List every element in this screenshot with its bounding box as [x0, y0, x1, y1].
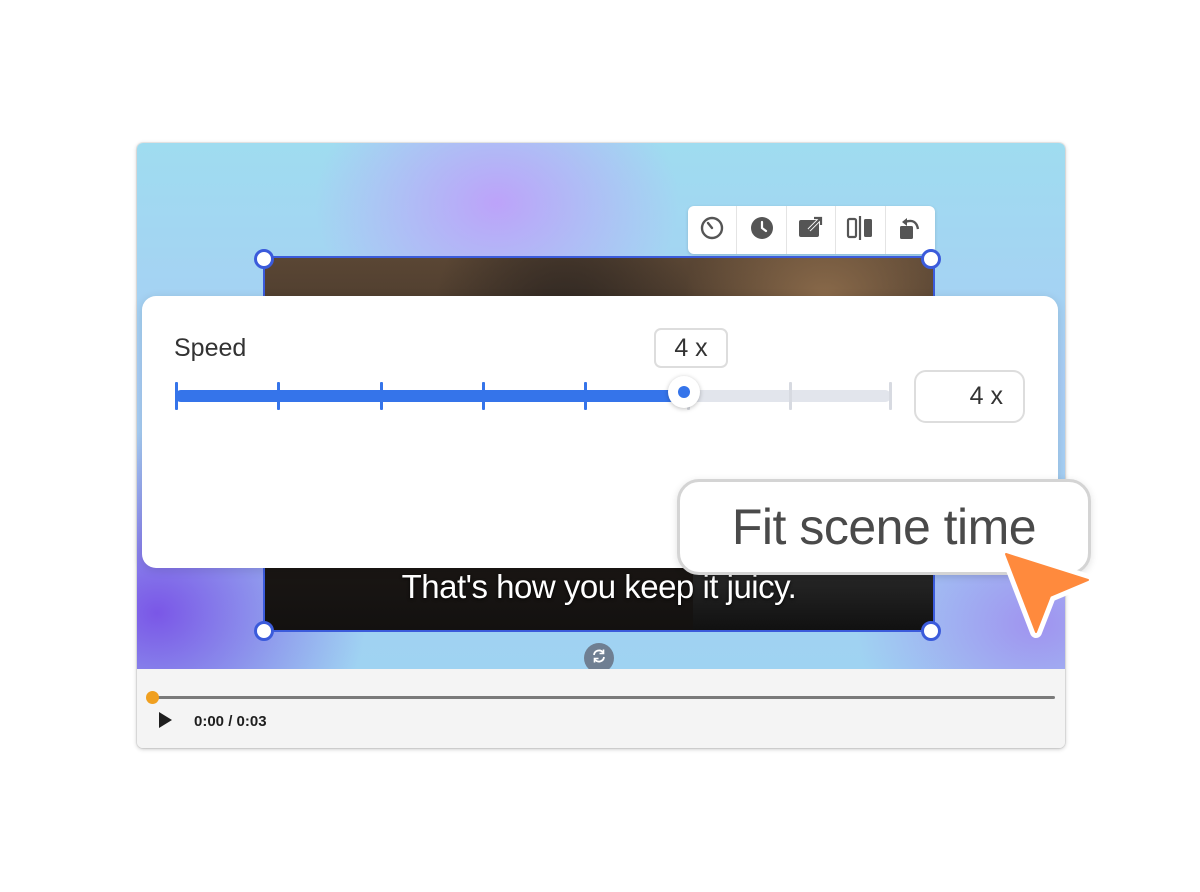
- resize-handle-bottom-left[interactable]: [254, 621, 274, 641]
- replace-icon: [797, 215, 825, 246]
- speed-slider[interactable]: [175, 376, 892, 410]
- slider-tick: [481, 382, 485, 410]
- slider-tick: [584, 382, 588, 410]
- seek-handle[interactable]: [146, 691, 159, 704]
- speed-value-tooltip: 4 x: [654, 328, 728, 368]
- speed-input[interactable]: 4 x: [914, 370, 1025, 423]
- element-toolbar: [688, 206, 935, 254]
- speed-button[interactable]: [688, 206, 738, 254]
- resize-handle-top-left[interactable]: [254, 249, 274, 269]
- resize-handle-bottom-right[interactable]: [921, 621, 941, 641]
- slider-fill: [175, 390, 684, 402]
- replace-button[interactable]: [787, 206, 837, 254]
- playback-bar: 0:00 / 0:03: [137, 669, 1065, 748]
- speed-label: Speed: [174, 334, 247, 362]
- slider-tick: [277, 382, 281, 410]
- slider-tick: [379, 382, 383, 410]
- play-icon: [157, 711, 173, 734]
- resize-handle-top-right[interactable]: [921, 249, 941, 269]
- duration-button[interactable]: [737, 206, 787, 254]
- split-button[interactable]: [836, 206, 886, 254]
- play-button[interactable]: [155, 711, 175, 733]
- refresh-icon: [591, 648, 607, 669]
- rotate-button[interactable]: [886, 206, 935, 254]
- pointer-cursor-icon: [998, 546, 1098, 640]
- slider-thumb[interactable]: [668, 376, 700, 408]
- clock-icon: [749, 215, 775, 246]
- rotate-icon: [896, 214, 924, 247]
- slider-tick: [889, 382, 892, 410]
- split-icon: [846, 215, 874, 246]
- slider-tick: [788, 382, 792, 410]
- seek-bar[interactable]: [152, 696, 1055, 699]
- playback-time: 0:00 / 0:03: [194, 713, 267, 730]
- speed-icon: [699, 215, 725, 246]
- slider-tick: [175, 382, 178, 410]
